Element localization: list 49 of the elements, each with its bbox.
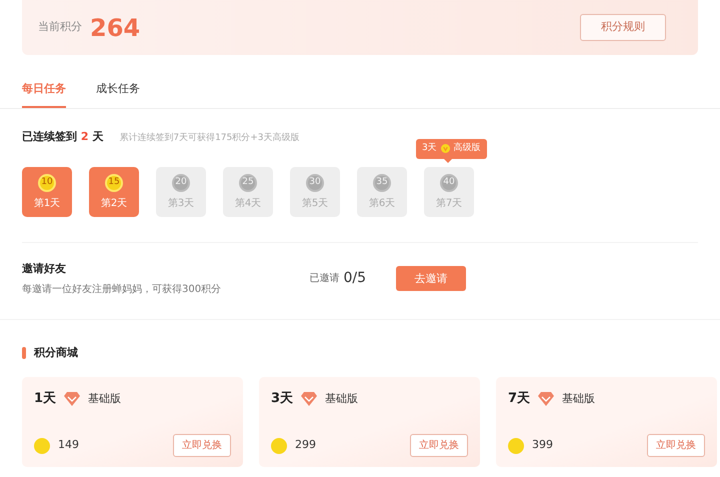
invite-button[interactable]: 去邀请 xyxy=(396,266,466,292)
points-value: 264 xyxy=(90,12,140,44)
coin-value: 30 xyxy=(306,174,324,192)
points-label: 当前积分 xyxy=(38,19,82,36)
tab[interactable]: 成长任务 xyxy=(96,81,140,108)
day-label: 第6天 xyxy=(368,196,396,210)
product-price: 299 xyxy=(295,437,316,454)
product-days: 1天 xyxy=(34,389,56,408)
invite-title: 邀请好友 xyxy=(22,261,67,277)
coin-value: 20 xyxy=(172,174,190,192)
coin-value: 40 xyxy=(440,174,458,192)
tab[interactable]: 每日任务 xyxy=(22,81,66,108)
coin-icon xyxy=(34,438,50,454)
invite-description: 每邀请一位好友注册蝉妈妈，可获得300积分 xyxy=(22,282,222,296)
product-plan: 基础版 xyxy=(325,390,358,406)
product-days: 3天 xyxy=(271,389,294,408)
product-plan: 基础版 xyxy=(562,390,596,406)
diamond-icon xyxy=(301,392,318,406)
coin-value: 25 xyxy=(239,174,257,192)
diamond-icon xyxy=(538,392,554,406)
day-label: 第1天 xyxy=(34,196,60,210)
coin-value: 15 xyxy=(105,174,123,192)
tooltip-label: 高级版 xyxy=(454,142,481,155)
redeem-button[interactable]: 立即兑换 xyxy=(410,434,468,457)
day-label: 第7天 xyxy=(436,196,462,210)
invite-count: 0/5 xyxy=(343,269,366,288)
coin-value: 35 xyxy=(373,174,391,192)
product-days: 7天 xyxy=(508,389,530,408)
day-label: 第3天 xyxy=(168,196,194,210)
checkin-status: 已连续签到 2 天 xyxy=(22,128,104,144)
redeem-button[interactable]: 立即兑换 xyxy=(173,434,231,457)
diamond-icon xyxy=(64,392,80,406)
section-title: 积分商城 xyxy=(34,344,78,360)
invite-count-label: 已邀请 xyxy=(309,272,340,286)
coin-icon xyxy=(508,438,524,454)
day-label: 第4天 xyxy=(234,196,262,210)
tooltip-days: 3天 xyxy=(422,142,437,156)
section-marker xyxy=(22,346,26,359)
coin-icon xyxy=(271,438,287,454)
product-plan: 基础版 xyxy=(88,390,122,406)
product-price: 149 xyxy=(58,437,79,454)
coin-value: 10 xyxy=(38,174,56,192)
day-label: 第5天 xyxy=(302,196,328,210)
product-price: 399 xyxy=(532,437,553,454)
redeem-button[interactable]: 立即兑换 xyxy=(647,434,705,457)
premium-badge-icon xyxy=(440,144,450,154)
day-label: 第2天 xyxy=(100,196,128,210)
rules-button[interactable]: 积分规则 xyxy=(580,14,666,41)
checkin-hint: 累计连续签到7天可获得175积分+3天高级版 xyxy=(119,132,300,144)
